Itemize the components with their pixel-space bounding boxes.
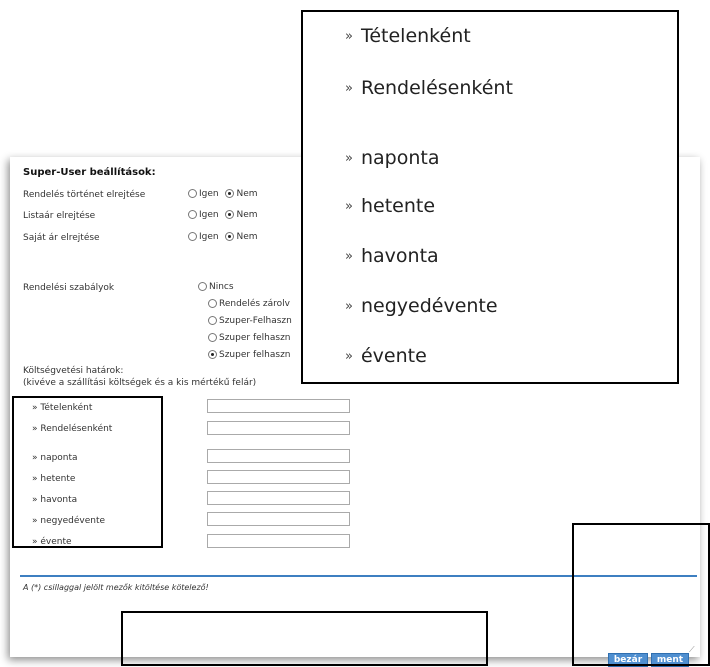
hide-order-history-no[interactable]: Nem xyxy=(225,189,258,199)
radio-unchecked-icon[interactable] xyxy=(208,299,217,308)
hide-list-price-label: Listaár elrejtése xyxy=(23,211,96,221)
hide-own-price-yes[interactable]: Igen xyxy=(188,232,219,242)
order-rule-option-none[interactable]: Nincs xyxy=(198,282,234,292)
budget-quarterly-input[interactable] xyxy=(207,512,350,526)
hide-list-price-no[interactable]: Nem xyxy=(225,210,258,220)
budget-monthly-input[interactable] xyxy=(207,491,350,505)
zoom-item-per-item: » Tételenként xyxy=(345,25,471,47)
radio-checked-icon[interactable] xyxy=(225,210,235,219)
chevron-icon: » xyxy=(345,81,353,96)
chevron-icon: » xyxy=(345,151,353,166)
budget-daily-input[interactable] xyxy=(207,449,350,463)
hide-list-price-yes[interactable]: Igen xyxy=(188,210,219,220)
required-fields-note: A (*) csillaggal jelölt mezők kitöltése … xyxy=(23,583,209,592)
order-rule-option-super-user-1[interactable]: Szuper-Felhaszn xyxy=(208,316,292,326)
zoom-item-quarterly: » negyedévente xyxy=(345,295,498,317)
radio-unchecked-icon[interactable] xyxy=(188,189,197,198)
budget-limits-title: Költségvetési határok: (kivéve a szállít… xyxy=(23,366,257,388)
hide-order-history-yes[interactable]: Igen xyxy=(188,189,219,199)
radio-checked-icon[interactable] xyxy=(225,232,235,241)
hide-list-price-radio-group: Igen Nem xyxy=(188,210,262,220)
order-rule-option-super-user-2[interactable]: Szuper felhaszn xyxy=(208,333,291,343)
radio-unchecked-icon[interactable] xyxy=(198,282,207,291)
hide-own-price-label: Saját ár elrejtése xyxy=(23,233,100,243)
hide-own-price-no[interactable]: Nem xyxy=(225,232,258,242)
chevron-icon: » xyxy=(345,349,353,364)
zoom-item-yearly: » évente xyxy=(345,345,427,367)
chevron-icon: » xyxy=(345,249,353,264)
hide-order-history-radio-group: Igen Nem xyxy=(188,189,262,199)
budget-weekly-input[interactable] xyxy=(207,470,350,484)
radio-unchecked-icon[interactable] xyxy=(208,316,217,325)
hide-own-price-radio-group: Igen Nem xyxy=(188,232,262,242)
zoom-item-per-order: » Rendelésenként xyxy=(345,77,513,99)
budget-labels-highlight xyxy=(12,396,163,548)
budget-labels-zoom-callout: » Tételenként » Rendelésenként » naponta » h… xyxy=(301,10,679,384)
radio-unchecked-icon[interactable] xyxy=(188,210,197,219)
chevron-icon: » xyxy=(345,299,353,314)
radio-unchecked-icon[interactable] xyxy=(188,232,197,241)
section-title: Super-User beállítások: xyxy=(23,167,156,178)
radio-unchecked-icon[interactable] xyxy=(208,333,217,342)
zoom-item-monthly: » havonta xyxy=(345,245,439,267)
radio-checked-icon[interactable] xyxy=(208,350,217,359)
chevron-icon: » xyxy=(345,199,353,214)
chevron-icon: » xyxy=(345,29,353,44)
budget-per-item-input[interactable] xyxy=(207,399,350,413)
zoom-item-daily: » naponta xyxy=(345,147,440,169)
buttons-highlight xyxy=(572,523,710,666)
order-rule-option-locked[interactable]: Rendelés zárolv xyxy=(208,299,290,309)
budget-per-order-input[interactable] xyxy=(207,421,350,435)
zoom-item-weekly: » hetente xyxy=(345,195,436,217)
order-rule-option-super-user-3[interactable]: Szuper felhaszn xyxy=(208,350,291,360)
empty-highlight xyxy=(121,611,488,666)
order-rules-label: Rendelési szabályok xyxy=(23,283,115,293)
radio-checked-icon[interactable] xyxy=(225,189,235,198)
budget-yearly-input[interactable] xyxy=(207,534,350,548)
hide-order-history-label: Rendelés történet elrejtése xyxy=(23,190,146,200)
